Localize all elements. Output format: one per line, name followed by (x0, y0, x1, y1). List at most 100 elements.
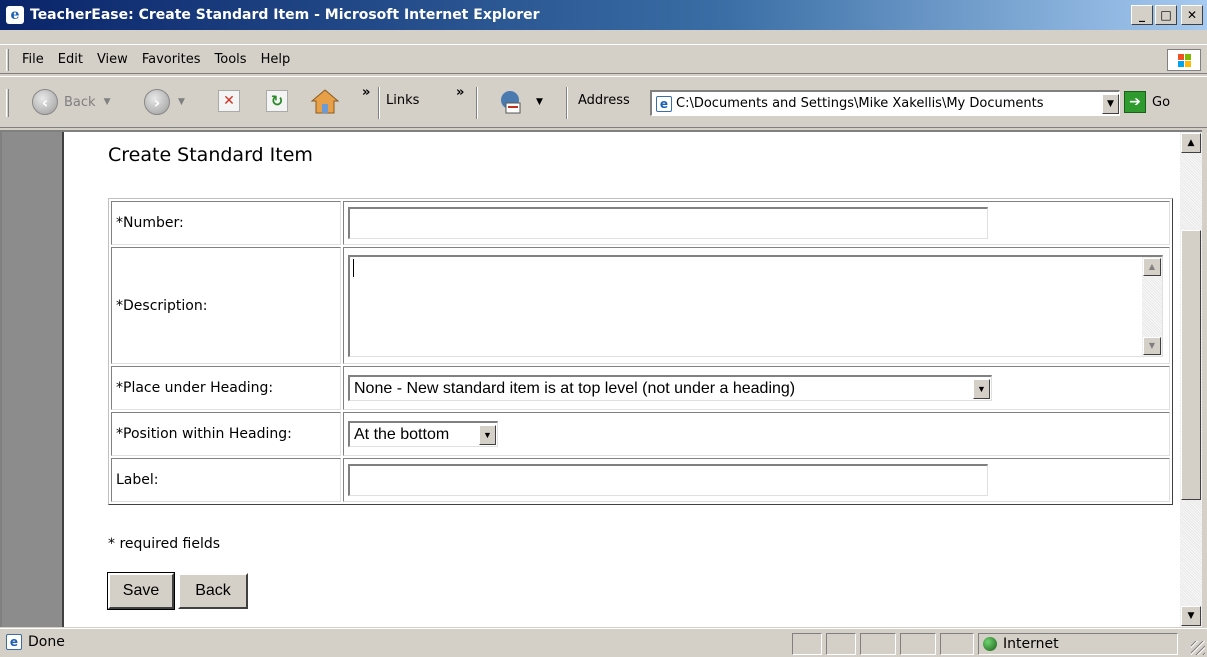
scroll-up-icon[interactable]: ▲ (1143, 257, 1161, 276)
maximize-icon: □ (1160, 8, 1172, 22)
ie-icon: e (6, 6, 24, 24)
page-icon: e (656, 95, 672, 112)
status-text: Done (28, 634, 65, 650)
back-arrow-icon: ‹ (32, 89, 58, 115)
refresh-button[interactable]: ↻ (266, 90, 288, 112)
security-zone: Internet (978, 633, 1178, 655)
toolbar-chevron[interactable]: » (362, 85, 370, 100)
menu-favorites[interactable]: Favorites (142, 52, 201, 67)
go-label: Go (1152, 94, 1171, 110)
heading-cell: None - New standard item is at top level… (343, 366, 1170, 410)
left-strip (2, 132, 64, 627)
chevron-down-icon: ▼ (483, 429, 492, 440)
menu-help[interactable]: Help (261, 52, 291, 67)
scroll-down-icon[interactable]: ▼ (1143, 336, 1161, 355)
menu-view[interactable]: View (97, 52, 128, 67)
maximize-button[interactable]: □ (1155, 5, 1177, 25)
number-field[interactable] (348, 207, 988, 239)
status-panel (792, 633, 822, 655)
position-dropdown-button[interactable]: ▼ (479, 424, 496, 445)
standard-item-form: *Number: *Description: ▲ ▼ *Place under … (108, 198, 1173, 505)
status-panel (940, 633, 974, 655)
number-cell (343, 201, 1170, 245)
position-label: *Position within Heading: (111, 412, 341, 456)
toolbar-separator (378, 87, 380, 119)
windows-logo-icon (1167, 49, 1201, 71)
forward-dropdown-icon[interactable]: ▼ (178, 97, 185, 107)
chevron-down-icon: ▼ (977, 383, 986, 394)
forward-button[interactable]: › ▼ (144, 89, 185, 115)
go-arrow-icon: ➔ (1124, 91, 1146, 113)
research-button[interactable]: ▼ (498, 89, 543, 115)
toolbar-separator (476, 87, 478, 119)
page-scrollbar[interactable]: ▲ ▼ (1180, 130, 1202, 627)
page-title: Create Standard Item (108, 144, 313, 166)
links-label[interactable]: Links (386, 93, 419, 108)
status-bar: e Done Internet (0, 628, 1207, 657)
number-label: *Number: (111, 201, 341, 245)
research-dropdown-icon[interactable]: ▼ (536, 97, 543, 107)
save-button[interactable]: Save (107, 572, 175, 610)
status-panel (900, 633, 936, 655)
page-content: Create Standard Item *Number: *Descripti… (0, 130, 1180, 627)
status-done: e Done (6, 634, 65, 650)
home-button[interactable] (310, 87, 340, 115)
stop-icon: ✕ (218, 90, 240, 112)
position-select-value: At the bottom (354, 425, 450, 443)
description-textarea[interactable]: ▲ ▼ (348, 254, 1163, 357)
forward-arrow-icon: › (144, 89, 170, 115)
textarea-scrollbar[interactable]: ▲ ▼ (1142, 256, 1162, 356)
chevron-down-icon: ▼ (1107, 98, 1114, 109)
menu-grip (6, 49, 9, 71)
close-icon: ✕ (1186, 8, 1198, 22)
stop-button[interactable]: ✕ (218, 90, 240, 112)
heading-dropdown-button[interactable]: ▼ (973, 378, 990, 399)
refresh-icon: ↻ (266, 90, 288, 112)
scroll-up-icon[interactable]: ▲ (1181, 133, 1201, 153)
description-cell: ▲ ▼ (343, 247, 1170, 364)
text-cursor (353, 258, 354, 277)
status-panel (860, 633, 896, 655)
window-title: TeacherEase: Create Standard Item - Micr… (30, 7, 540, 23)
page-done-icon: e (6, 634, 22, 650)
heading-select[interactable]: None - New standard item is at top level… (348, 375, 992, 401)
address-bar[interactable]: e C:\Documents and Settings\Mike Xakelli… (650, 90, 1120, 116)
position-select[interactable]: At the bottom ▼ (348, 421, 498, 447)
status-panel (826, 633, 856, 655)
menu-bar: File Edit View Favorites Tools Help (0, 44, 1207, 74)
address-input[interactable]: C:\Documents and Settings\Mike Xakellis\… (676, 96, 1102, 111)
label-cell (343, 458, 1170, 502)
resize-grip-icon[interactable] (1191, 641, 1205, 655)
window-title-bar: e TeacherEase: Create Standard Item - Mi… (0, 0, 1207, 30)
zone-label: Internet (1003, 636, 1059, 652)
globe-icon (983, 637, 997, 651)
scroll-down-icon[interactable]: ▼ (1181, 606, 1201, 626)
heading-select-value: None - New standard item is at top level… (354, 379, 796, 397)
menu-tools[interactable]: Tools (215, 52, 247, 67)
menu-file[interactable]: File (22, 52, 44, 67)
go-button[interactable]: ➔ Go (1124, 91, 1170, 113)
description-label: *Description: (111, 247, 341, 364)
position-cell: At the bottom ▼ (343, 412, 1170, 456)
minimize-button[interactable]: _ (1131, 5, 1153, 25)
toolbar-separator (566, 87, 568, 119)
close-window-button[interactable]: ✕ (1181, 5, 1203, 25)
address-dropdown-button[interactable]: ▼ (1102, 93, 1119, 114)
back-dropdown-icon[interactable]: ▼ (104, 97, 111, 107)
address-label: Address (578, 93, 630, 108)
minimize-icon: _ (1139, 8, 1145, 22)
required-fields-note: * required fields (108, 536, 221, 552)
toolbar-grip (6, 89, 9, 117)
back-button[interactable]: ‹ Back ▼ (32, 89, 110, 115)
menu-edit[interactable]: Edit (58, 52, 83, 67)
links-chevron[interactable]: » (456, 85, 464, 100)
label-field-label: Label: (111, 458, 341, 502)
back-page-button[interactable]: Back (178, 573, 248, 609)
home-icon (310, 89, 340, 114)
research-icon (501, 91, 521, 114)
standard-toolbar: ‹ Back ▼ › ▼ ✕ ↻ » Links » ▼ Address e C… (0, 76, 1207, 128)
heading-label: *Place under Heading: (111, 366, 341, 410)
back-label: Back (64, 94, 96, 110)
label-field[interactable] (348, 464, 988, 496)
scroll-thumb[interactable] (1181, 230, 1201, 500)
